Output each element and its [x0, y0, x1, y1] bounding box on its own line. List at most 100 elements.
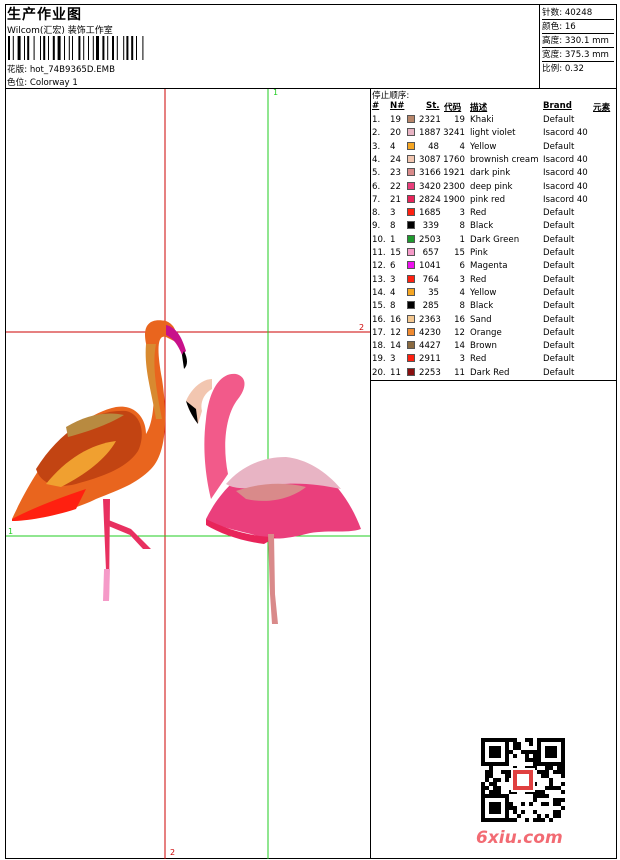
- row-code: 4: [459, 141, 465, 152]
- row-stitches: 2911: [419, 354, 441, 365]
- design-file: hot_74B9365D.EMB: [29, 65, 115, 75]
- row-stitches: 2321: [419, 115, 441, 125]
- colorway-value: Colorway 1: [29, 78, 78, 88]
- row-code: 1921: [443, 168, 465, 179]
- stat-scale: 比例: 0.32: [542, 61, 614, 74]
- row-needle: 16: [390, 314, 401, 325]
- row-num: 9.: [372, 221, 381, 232]
- row-stitches: 4427: [419, 341, 441, 352]
- table-row: 18. 14 4427 14 Brown Default: [371, 341, 617, 354]
- row-code: 8: [459, 221, 465, 232]
- table-row: 20. 11 2253 11 Dark Red Default: [371, 367, 617, 381]
- table-row: 6. 22 3420 2300 deep pink Isacord 40: [371, 181, 617, 195]
- color-swatch: [407, 234, 415, 243]
- table-row: 12. 6 1041 6 Magenta Default: [371, 261, 617, 274]
- row-stitches: 3166: [419, 168, 441, 179]
- col-desc-header: 描述: [470, 103, 488, 113]
- row-brand: Default: [543, 221, 575, 232]
- row-code: 1: [459, 234, 465, 245]
- table-row: 1. 19 2321 19 Khaki Default: [371, 115, 617, 128]
- row-description: Red: [470, 208, 487, 219]
- row-needle: 4: [390, 141, 396, 152]
- row-brand: Isacord 40: [543, 181, 588, 192]
- row-num: 18.: [372, 341, 386, 352]
- row-brand: Default: [543, 367, 575, 378]
- row-brand: Default: [543, 354, 575, 365]
- table-row: 3. 4 48 4 Yellow Default: [371, 141, 617, 155]
- color-swatch: [407, 221, 415, 230]
- row-num: 19.: [372, 354, 386, 365]
- color-swatch: [407, 181, 415, 190]
- row-description: Pink: [470, 248, 488, 258]
- row-stitches: 2253: [419, 367, 441, 378]
- row-num: 2.: [372, 128, 381, 139]
- table-row: 13. 3 764 3 Red Default: [371, 274, 617, 288]
- row-description: Red: [470, 354, 487, 365]
- design-label: 花版:: [7, 65, 28, 75]
- row-description: Dark Green: [470, 234, 520, 245]
- row-num: 6.: [372, 181, 381, 192]
- page-title: 生产作业图: [7, 7, 82, 23]
- row-code: 19: [454, 115, 465, 125]
- row-num: 13.: [372, 274, 386, 285]
- row-num: 12.: [372, 261, 386, 272]
- row-stitches: 764: [422, 274, 439, 285]
- row-code: 14: [454, 341, 465, 352]
- row-num: 17.: [372, 327, 386, 338]
- row-num: 7.: [372, 194, 381, 205]
- row-num: 15.: [372, 301, 386, 312]
- row-description: Yellow: [470, 287, 497, 298]
- watermark-logo: 6xiu.com: [476, 828, 563, 848]
- row-description: Magenta: [470, 261, 508, 272]
- row-needle: 21: [390, 194, 401, 205]
- color-swatch: [407, 128, 415, 137]
- row-description: Sand: [470, 314, 492, 325]
- studio-subtitle: Wilcom(汇宏) 装饰工作室: [7, 26, 113, 36]
- row-description: Orange: [470, 327, 502, 338]
- col-st-header: St.: [426, 101, 440, 111]
- row-code: 12: [454, 327, 465, 338]
- row-stitches: 2503: [419, 234, 441, 245]
- row-needle: 11: [390, 367, 401, 378]
- row-needle: 19: [390, 115, 401, 125]
- row-code: 2300: [443, 181, 465, 192]
- barcode: [8, 36, 144, 60]
- color-swatch: [407, 154, 415, 163]
- color-swatch: [407, 208, 415, 217]
- table-row: 16. 16 2363 16 Sand Default: [371, 314, 617, 328]
- table-row: 10. 1 2503 1 Dark Green Default: [371, 234, 617, 248]
- row-brand: Default: [543, 234, 575, 245]
- row-num: 11.: [372, 248, 386, 258]
- row-brand: Isacord 40: [543, 154, 588, 165]
- row-brand: Isacord 40: [543, 194, 588, 205]
- row-num: 4.: [372, 154, 381, 165]
- table-row: 14. 4 35 4 Yellow Default: [371, 287, 617, 301]
- stat-height: 高度: 330.1 mm: [542, 33, 614, 46]
- row-description: deep pink: [470, 181, 513, 192]
- row-brand: Default: [543, 141, 575, 152]
- table-row: 5. 23 3166 1921 dark pink Isacord 40: [371, 168, 617, 181]
- row-brand: Default: [543, 314, 575, 325]
- stat-width: 宽度: 375.3 mm: [542, 47, 614, 60]
- row-brand: Isacord 40: [543, 168, 588, 179]
- row-stitches: 2363: [419, 314, 441, 325]
- row-needle: 1: [390, 234, 396, 245]
- row-stitches: 339: [422, 221, 439, 232]
- row-stitches: 3087: [419, 154, 441, 165]
- row-needle: 3: [390, 208, 396, 219]
- row-code: 1760: [443, 154, 465, 165]
- color-swatch: [407, 314, 415, 323]
- row-description: light violet: [470, 128, 516, 139]
- col-brand-header: Brand: [543, 101, 572, 111]
- row-needle: 6: [390, 261, 396, 272]
- stop-sequence-title: 停止顺序:: [372, 91, 410, 101]
- row-num: 10.: [372, 234, 386, 245]
- row-needle: 3: [390, 354, 396, 365]
- row-description: Khaki: [470, 115, 494, 125]
- row-description: dark pink: [470, 168, 511, 179]
- row-description: Yellow: [470, 141, 497, 152]
- row-num: 5.: [372, 168, 381, 179]
- row-description: pink red: [470, 194, 506, 205]
- colorway-line: 色位: Colorway 1: [7, 76, 78, 88]
- row-code: 11: [454, 367, 465, 378]
